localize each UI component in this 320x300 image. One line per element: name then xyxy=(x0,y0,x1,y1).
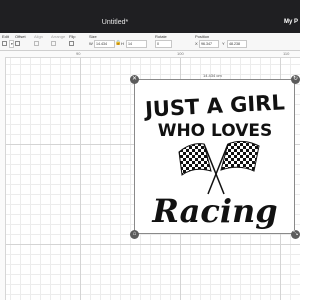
height-field[interactable]: 14 xyxy=(126,40,147,48)
arrange-label: Arrange xyxy=(51,34,66,39)
headline-who-loves: WHO LOVES xyxy=(158,121,273,141)
edit-dropdown[interactable]: ▾ xyxy=(9,40,14,48)
ruler-mark-100: 100 xyxy=(177,51,184,56)
width-field[interactable]: 14.434 xyxy=(94,40,115,48)
edit-toolbar: Edit ▾ Offset Align Arrange Flip Size W … xyxy=(0,33,300,51)
lock-icon[interactable]: 🔒 xyxy=(115,40,121,46)
width-prefix: W xyxy=(89,41,93,46)
account-menu[interactable]: My P xyxy=(284,19,298,25)
delete-handle-icon[interactable]: ✕ xyxy=(130,75,139,84)
flip-label: Flip xyxy=(69,34,76,39)
selected-design[interactable]: JUST A GIRL WHO LOVES Racing xyxy=(134,79,295,234)
height-prefix: H xyxy=(121,41,124,46)
right-checkered-flag-icon xyxy=(207,140,260,195)
rotate-label: Rotate xyxy=(155,34,167,39)
size-label: Size xyxy=(89,34,97,39)
flip-icon[interactable] xyxy=(69,41,74,46)
document-title: Untitled* xyxy=(101,19,129,26)
selection-width-label: 14.434 cm xyxy=(203,73,222,78)
y-position-field[interactable]: 48.238 xyxy=(227,40,247,48)
ruler-mark-90: 90 xyxy=(76,51,81,56)
headline-just-a-girl: JUST A GIRL xyxy=(142,90,285,121)
edit-icon[interactable] xyxy=(2,41,7,46)
offset-icon[interactable] xyxy=(15,41,20,46)
left-checkered-flag-icon xyxy=(178,143,225,195)
x-position-field[interactable]: 96.347 xyxy=(199,40,219,48)
align-label: Align xyxy=(34,34,43,39)
y-prefix: Y xyxy=(222,41,225,46)
lock-handle-icon[interactable]: ⌂ xyxy=(130,230,139,239)
align-icon[interactable] xyxy=(34,41,39,46)
horizontal-ruler: 90 100 110 xyxy=(0,51,300,58)
position-label: Position xyxy=(195,34,210,39)
edit-label: Edit xyxy=(2,34,9,39)
rotate-field[interactable]: 0 xyxy=(155,40,172,48)
ruler-mark-110: 110 xyxy=(283,51,290,56)
x-prefix: X xyxy=(195,41,198,46)
title-bar: Untitled* My P xyxy=(0,0,300,33)
resize-handle-icon[interactable]: ⤡ xyxy=(291,230,300,239)
rotate-handle-icon[interactable]: ↻ xyxy=(291,75,300,84)
arrange-icon[interactable] xyxy=(51,41,56,46)
headline-racing: Racing xyxy=(151,192,277,230)
offset-label: Offset xyxy=(15,34,26,39)
design-artwork: JUST A GIRL WHO LOVES Racing xyxy=(142,90,285,230)
